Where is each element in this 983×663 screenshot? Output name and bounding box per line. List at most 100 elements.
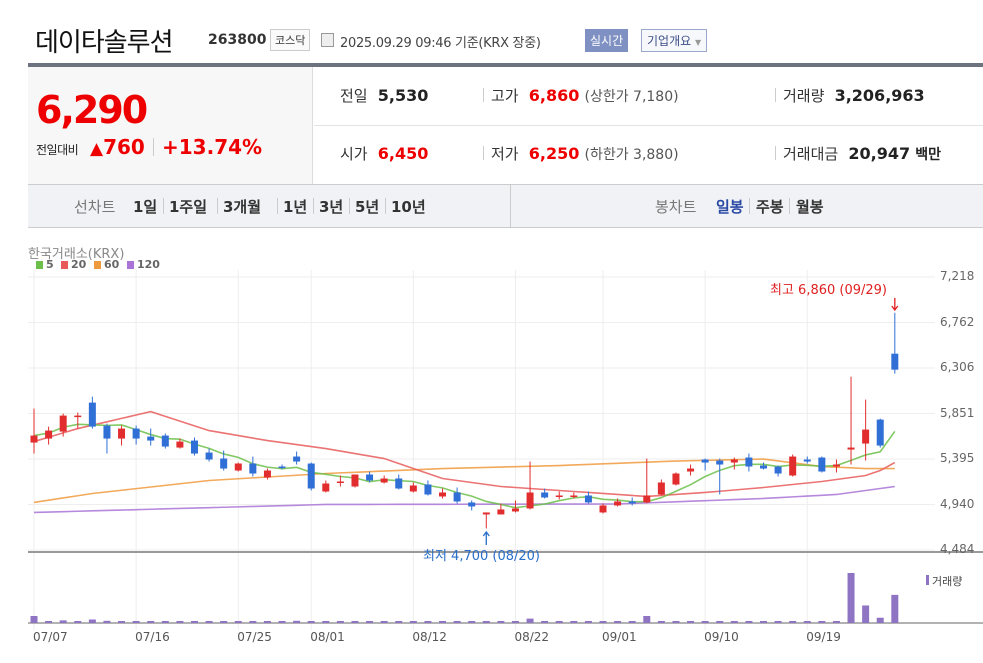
candle	[555, 491, 563, 500]
volume-bar	[147, 621, 155, 623]
candle	[453, 487, 461, 504]
company-overview-dropdown[interactable]: 기업개요 ▼	[641, 29, 708, 52]
volume-bar	[395, 621, 403, 623]
candle-body	[701, 459, 709, 463]
volume-bar	[293, 620, 301, 623]
candle	[862, 399, 870, 461]
candle	[307, 462, 315, 491]
y-tick-label: 5,851	[940, 405, 975, 420]
candle-body	[745, 457, 753, 467]
x-tick-label: 07/25	[237, 630, 272, 644]
volume-bar	[876, 617, 884, 623]
volume-bar	[789, 621, 797, 623]
candle	[249, 456, 257, 477]
candle-body	[307, 463, 315, 489]
low-price: 저가 6,250 (하한가 3,880)	[491, 143, 679, 164]
tab-line-2[interactable]: 3개월	[223, 196, 261, 217]
candle	[293, 451, 301, 465]
volume-bar	[760, 621, 767, 623]
candle-body	[526, 492, 534, 509]
candle-body	[380, 478, 388, 483]
candle	[774, 465, 782, 477]
volume-bar	[555, 621, 563, 623]
volume-bar	[45, 621, 53, 623]
volume-bar	[74, 621, 82, 623]
candle	[30, 408, 38, 454]
candle-body	[439, 492, 447, 497]
candle-body	[176, 441, 184, 448]
volume-bar	[891, 594, 899, 623]
candle-body	[278, 466, 286, 469]
up-arrow-icon: ▲	[90, 139, 104, 159]
volume-bar	[205, 621, 213, 623]
low-annotation: 최저 4,700 (08/20)	[423, 549, 541, 564]
candle-body	[541, 492, 549, 498]
candle	[672, 472, 680, 486]
line-chart-label: 선차트	[74, 198, 116, 216]
candle-body	[497, 509, 505, 515]
candle-body	[876, 419, 884, 446]
divider	[163, 198, 164, 214]
tab-candle-0[interactable]: 일봉	[716, 196, 744, 217]
lower-limit: (하한가 3,880)	[584, 147, 679, 163]
low-label: 저가	[491, 145, 519, 163]
divider	[153, 138, 154, 156]
x-tick-label: 09/01	[602, 630, 637, 644]
tab-line-6[interactable]: 10년	[391, 196, 426, 217]
volume-bar	[570, 621, 578, 623]
volume-bar	[190, 621, 198, 623]
volume-bar	[409, 621, 417, 623]
candle-body	[147, 436, 155, 441]
volume-bar	[88, 619, 96, 623]
volume-bar	[716, 621, 724, 623]
candle	[380, 475, 388, 484]
candle-body	[599, 505, 607, 513]
candle-body	[628, 501, 636, 504]
volume-value: 3,206,963	[834, 86, 925, 105]
tab-candle-1[interactable]: 주봉	[756, 196, 784, 217]
tab-line-5[interactable]: 5년	[355, 196, 379, 217]
tab-line-0[interactable]: 1일	[133, 196, 157, 217]
candle-body	[190, 440, 198, 454]
tab-candle-2[interactable]: 월봉	[796, 196, 824, 217]
candle-body	[511, 508, 519, 512]
candle-body	[789, 456, 797, 476]
candle	[468, 500, 476, 511]
volume-bar	[424, 621, 432, 623]
volume-label: 거래량	[783, 87, 825, 105]
realtime-button[interactable]: 실시간	[585, 29, 629, 52]
volume-bar	[468, 621, 476, 623]
volume-bar	[526, 618, 534, 623]
candle	[103, 423, 111, 454]
open-price: 시가 6,450	[340, 143, 428, 164]
candle-body	[803, 459, 811, 462]
volume-bar	[278, 621, 286, 623]
candle	[482, 512, 490, 529]
candle	[409, 482, 417, 493]
volume-bar	[307, 621, 315, 623]
candle-body	[322, 483, 330, 492]
tab-line-1[interactable]: 1주일	[169, 196, 207, 217]
x-tick-label: 08/12	[412, 630, 447, 644]
volume-bar	[818, 621, 826, 623]
candle-body	[45, 430, 53, 439]
tab-line-4[interactable]: 3년	[319, 196, 343, 217]
candlestick-chart	[28, 270, 983, 630]
candle-body	[249, 463, 257, 474]
tab-line-3[interactable]: 1년	[283, 196, 307, 217]
volume-bar	[701, 621, 709, 623]
divider	[775, 146, 776, 160]
candle-body	[74, 415, 82, 418]
volume-bar	[657, 621, 665, 623]
candle	[234, 462, 242, 472]
candle-body	[847, 447, 855, 450]
up-arrow-icon	[482, 530, 490, 545]
candle	[439, 488, 447, 499]
volume-bar	[118, 621, 126, 623]
candle	[161, 433, 169, 449]
candle-body	[103, 425, 111, 439]
divider	[277, 198, 278, 214]
candle	[118, 425, 126, 446]
candle-body	[88, 402, 96, 427]
volume-bar	[847, 573, 855, 623]
